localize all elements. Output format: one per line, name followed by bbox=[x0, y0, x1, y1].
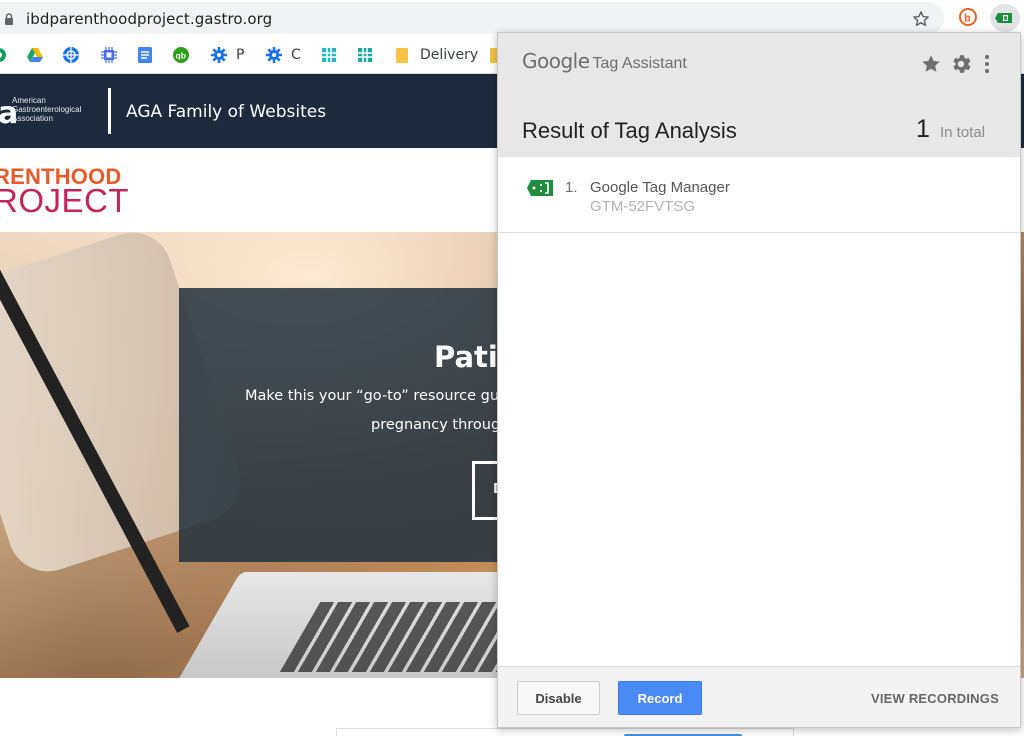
total-count: 1 bbox=[916, 115, 930, 143]
folder-icon bbox=[396, 48, 408, 63]
record-button[interactable]: Record bbox=[618, 681, 702, 715]
gear-blue-icon bbox=[266, 47, 282, 63]
hero-subtitle-line1: Make this your “go-to” resource gu bbox=[245, 388, 500, 404]
address-bar[interactable]: ibdparenthoodproject.gastro.org bbox=[0, 2, 944, 34]
gear-icon[interactable] bbox=[949, 52, 973, 76]
green-circle-icon bbox=[0, 48, 6, 62]
tag-container-id: GTM-52FVTSG bbox=[590, 198, 696, 215]
more-vert-icon[interactable] bbox=[982, 54, 992, 74]
result-title: Result of Tag Analysis bbox=[522, 118, 737, 143]
bookmark-8[interactable]: C bbox=[265, 45, 301, 65]
brand-product: Tag Assistant bbox=[592, 55, 687, 72]
bookmark-9[interactable] bbox=[320, 45, 346, 65]
network-globe-icon bbox=[63, 47, 79, 63]
view-recordings-link[interactable]: VIEW RECORDINGS bbox=[871, 691, 999, 706]
bookmark-label: P bbox=[236, 47, 245, 63]
tag-assistant-brand: Google Tag Assistant bbox=[522, 49, 687, 73]
extension-b-icon[interactable]: b bbox=[958, 7, 978, 27]
bookmark-3[interactable] bbox=[62, 45, 88, 65]
bookmark-4[interactable] bbox=[100, 45, 126, 65]
bookmark-star-icon[interactable] bbox=[911, 9, 931, 29]
svg-text:b: b bbox=[964, 13, 971, 25]
hero-title: Pati bbox=[434, 340, 498, 374]
docs-icon bbox=[138, 47, 152, 63]
tag-assistant-icon bbox=[995, 13, 1012, 23]
tag-name: Google Tag Manager bbox=[590, 179, 730, 196]
popup-footer: Disable Record VIEW RECORDINGS bbox=[498, 666, 1020, 727]
hero-subtitle-line2: pregnancy throug bbox=[371, 417, 501, 433]
screen: ibdparenthoodproject.gastro.org b qb P C… bbox=[0, 0, 1024, 736]
chip-icon bbox=[101, 47, 117, 63]
popup-header: Google Tag Assistant Result of Tag Analy… bbox=[498, 33, 1020, 157]
url-text[interactable]: ibdparenthoodproject.gastro.org bbox=[26, 10, 272, 28]
bookmark-2[interactable] bbox=[26, 45, 52, 65]
lock-icon[interactable] bbox=[4, 13, 14, 25]
bookmark-7[interactable]: P bbox=[210, 45, 244, 65]
browser-toolbar: ibdparenthoodproject.gastro.org b bbox=[0, 0, 1024, 36]
aga-org-name: American Gastroenterological Association bbox=[12, 96, 82, 123]
tag-green-icon bbox=[527, 180, 553, 196]
disable-button[interactable]: Disable bbox=[517, 681, 600, 715]
brand-google: Google bbox=[522, 49, 590, 73]
aga-logo[interactable]: a American Gastroenterological Associati… bbox=[0, 94, 100, 131]
bookmark-1[interactable] bbox=[0, 45, 16, 65]
tag-assistant-popup: Google Tag Assistant Result of Tag Analy… bbox=[497, 32, 1021, 728]
svg-text:qb: qb bbox=[176, 51, 186, 61]
tag-assistant-extension-button[interactable] bbox=[990, 4, 1020, 32]
star-icon[interactable] bbox=[920, 53, 942, 75]
tag-number: 1. bbox=[565, 179, 578, 196]
bookmark-label: Delivery bbox=[420, 47, 479, 63]
quickbooks-icon: qb bbox=[173, 47, 189, 63]
bookmark-label: C bbox=[291, 47, 301, 63]
grid-teal-icon bbox=[322, 48, 336, 62]
bookmark-6[interactable]: qb bbox=[172, 45, 198, 65]
tag-row[interactable]: 1. Google Tag Manager GTM-52FVTSG bbox=[498, 157, 1020, 233]
google-drive-icon bbox=[27, 48, 43, 62]
family-of-websites-link[interactable]: AGA Family of Websites bbox=[126, 102, 326, 122]
gear-blue-icon bbox=[211, 47, 227, 63]
bookmark-5[interactable] bbox=[136, 45, 162, 65]
grid-teal-icon bbox=[358, 48, 372, 62]
bookmark-11[interactable]: Delivery bbox=[394, 45, 478, 65]
bookmark-10[interactable] bbox=[356, 45, 382, 65]
total-label: In total bbox=[940, 124, 986, 141]
header-divider bbox=[108, 88, 111, 134]
site-logo-line2: ROJECT bbox=[0, 182, 129, 219]
